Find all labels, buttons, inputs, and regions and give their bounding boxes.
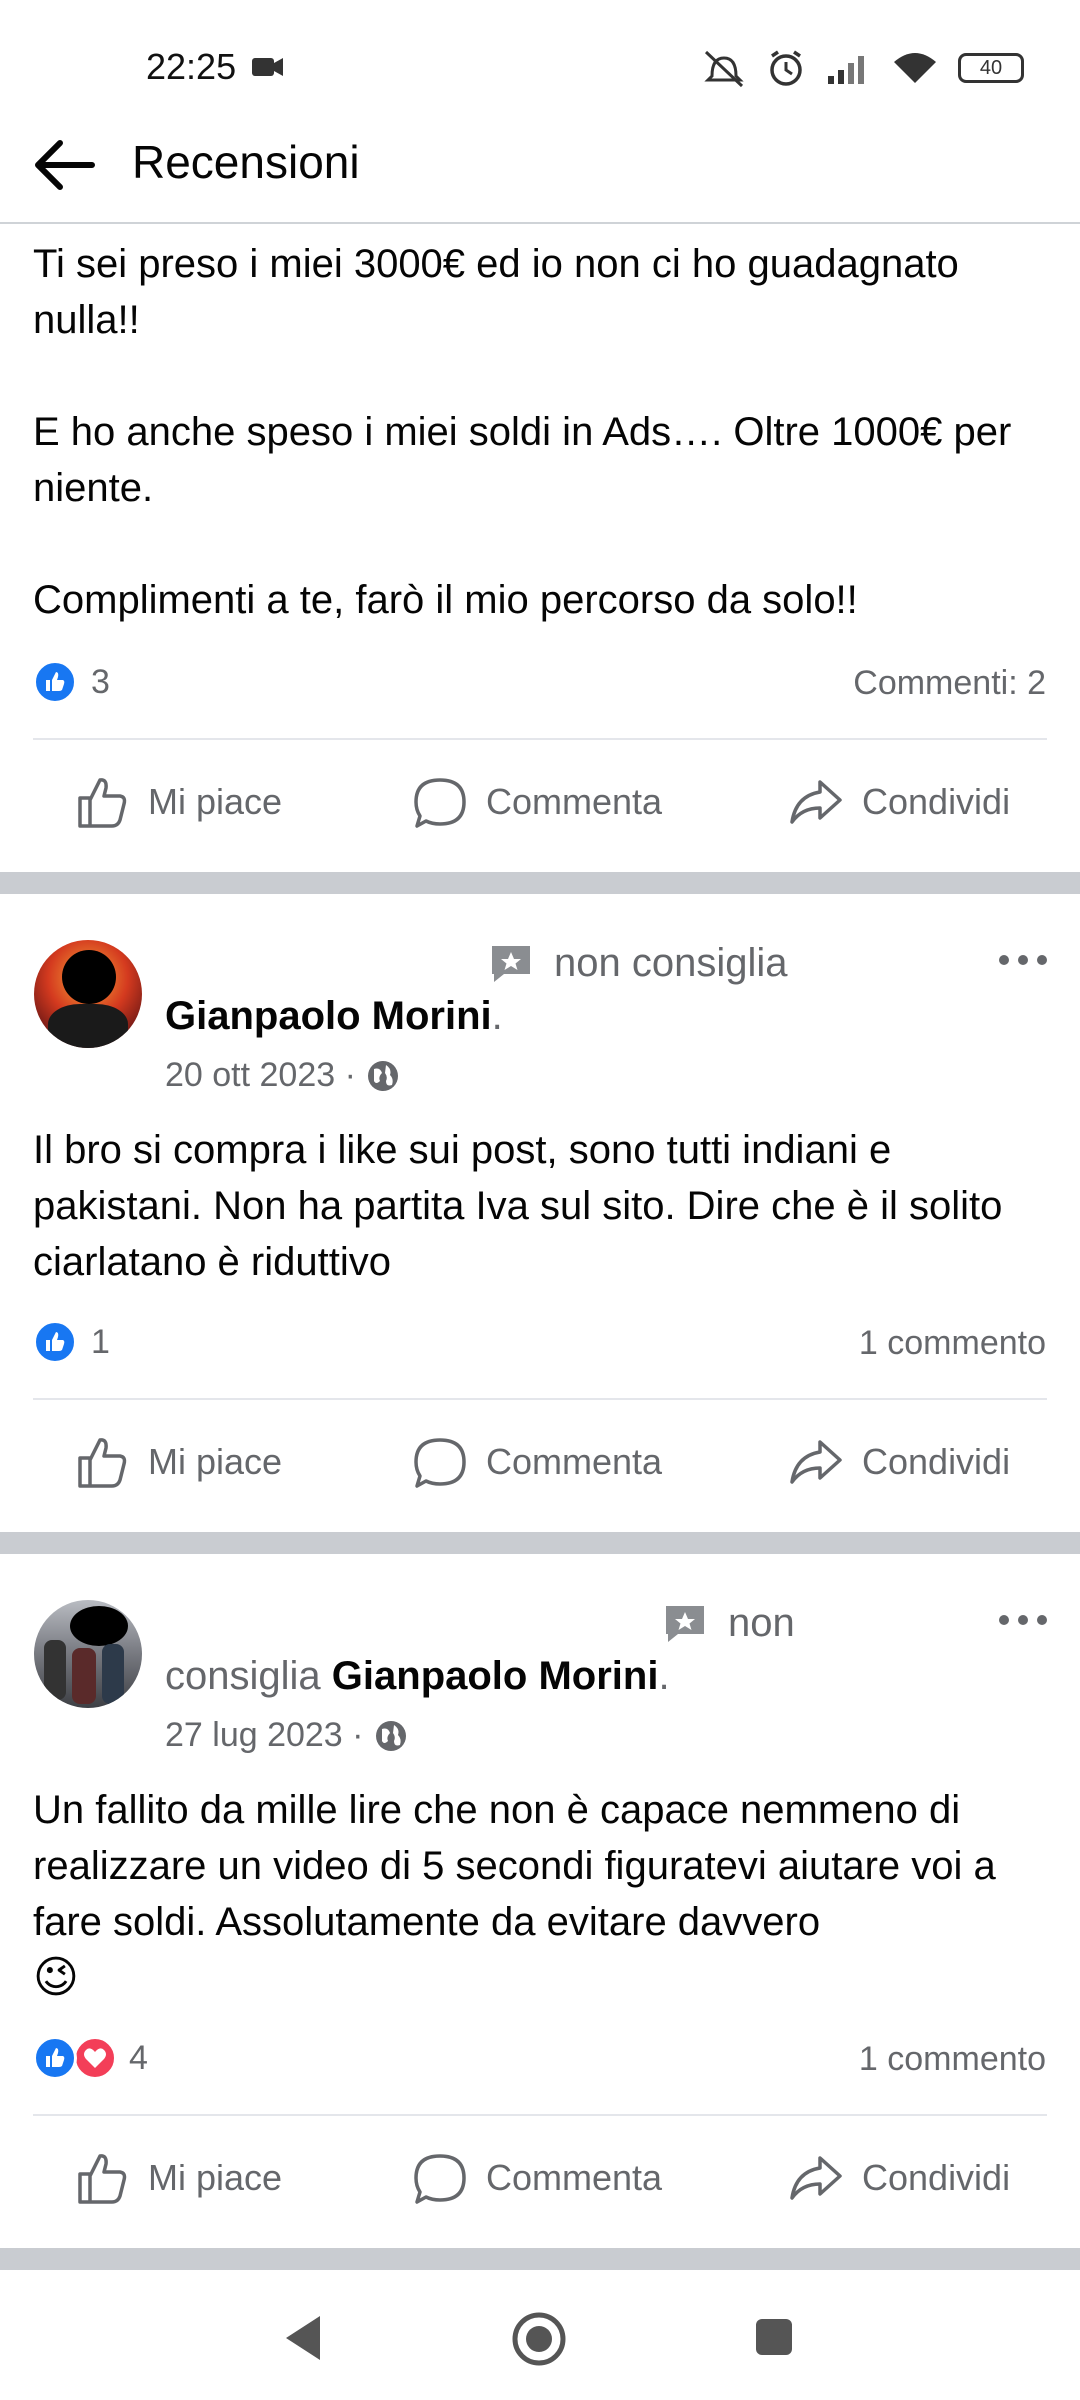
wifi-icon [894, 53, 936, 83]
thumbs-up-icon [78, 778, 127, 828]
reaction-count: 3 [91, 662, 110, 701]
comment-button[interactable]: Commenta [412, 1434, 662, 1490]
review-text: Ti sei preso i miei 3000€ ed io non ci h… [33, 242, 1012, 622]
avatar[interactable] [34, 1600, 142, 1708]
comment-label: Commenta [486, 2157, 663, 2198]
alarm-icon [770, 50, 802, 86]
like-label: Mi piace [148, 1441, 283, 1482]
action-bar: Mi piace Commenta Condividi [0, 2136, 1080, 2216]
review-text: Un fallito da mille lire che non è capac… [33, 1788, 996, 1944]
author-line: Gianpaolo Morini. [165, 994, 503, 1038]
comment-label: Commenta [486, 781, 663, 822]
review-star-icon [666, 1606, 704, 1642]
review-text: Il bro si compra i like sui post, sono t… [33, 1128, 1003, 1284]
share-label: Condividi [862, 1441, 1011, 1482]
like-reaction-icon [33, 660, 77, 704]
author-name[interactable]: Gianpaolo Morini [332, 1654, 659, 1698]
winking-emoji: 😉 [33, 1953, 79, 2002]
like-label: Mi piace [148, 2157, 283, 2198]
battery-icon: 40 [958, 53, 1024, 83]
post-meta: 20 ott 2023 · [165, 1056, 400, 1095]
post-separator [0, 2248, 1080, 2270]
comment-count[interactable]: 1 commento [859, 1324, 1046, 1363]
avatar[interactable] [34, 940, 142, 1048]
recommendation-label-1: non [728, 1601, 795, 1645]
post-meta: 27 lug 2023 · [165, 1716, 408, 1755]
comment-label: Commenta [486, 1441, 663, 1482]
comment-icon [414, 2154, 466, 2204]
action-bar: Mi piace Commenta Condividi [0, 1420, 1080, 1500]
more-icon[interactable] [998, 950, 1048, 970]
status-icons: 40 [702, 48, 1024, 88]
like-button[interactable]: Mi piace [74, 2150, 282, 2206]
reaction-summary[interactable]: 1 [33, 1320, 110, 1364]
mute-icon [704, 50, 744, 88]
divider [33, 738, 1047, 740]
comment-button[interactable]: Commenta [412, 774, 662, 830]
battery-level: 40 [979, 56, 1003, 79]
nav-home-icon[interactable] [510, 2310, 568, 2368]
like-button[interactable]: Mi piace [74, 1434, 282, 1490]
comment-count[interactable]: Commenti: 2 [853, 664, 1046, 703]
share-button[interactable]: Condividi [788, 1434, 1010, 1490]
more-icon[interactable] [998, 1610, 1048, 1630]
nav-recents-icon[interactable] [752, 2315, 796, 2359]
screen-record-icon [252, 58, 283, 76]
status-time: 22:25 [146, 46, 237, 87]
reaction-count: 4 [129, 2038, 148, 2077]
back-arrow-icon[interactable] [30, 135, 100, 195]
post-separator [0, 872, 1080, 894]
recommendation-label: non consiglia [554, 941, 788, 985]
post-separator [0, 1532, 1080, 1554]
comment-count[interactable]: 1 commento [859, 2040, 1046, 2079]
share-icon [790, 780, 842, 824]
author-line: consiglia Gianpaolo Morini. [165, 1654, 670, 1698]
comment-button[interactable]: Commenta [412, 2150, 662, 2206]
like-reaction-icon [33, 2036, 77, 2080]
share-icon [790, 1440, 842, 1484]
nav-back-icon[interactable] [280, 2312, 326, 2364]
divider [33, 1398, 1047, 1400]
like-button[interactable]: Mi piace [74, 774, 282, 830]
thumbs-up-icon [78, 2154, 127, 2204]
reaction-count: 1 [91, 1322, 110, 1361]
share-button[interactable]: Condividi [788, 774, 1010, 830]
reaction-summary[interactable]: 3 [33, 660, 110, 704]
post-date[interactable]: 27 lug 2023 · [165, 1716, 364, 1755]
page-title: Recensioni [132, 136, 360, 188]
action-bar: Mi piace Commenta Condividi [0, 760, 1080, 840]
comment-icon [414, 1438, 466, 1488]
thumbs-up-icon [78, 1438, 127, 1488]
system-nav-bar [0, 2270, 1080, 2400]
signal-icon [828, 56, 864, 84]
author-name[interactable]: Gianpaolo Morini [165, 994, 492, 1038]
post-date[interactable]: 20 ott 2023 · [165, 1056, 356, 1095]
love-reaction-icon [73, 2036, 117, 2080]
like-reaction-icon [33, 1320, 77, 1364]
review-star-icon [492, 946, 530, 982]
divider [33, 2114, 1047, 2116]
like-label: Mi piace [148, 781, 283, 822]
globe-icon [367, 1060, 398, 1091]
share-label: Condividi [862, 2157, 1011, 2198]
globe-icon [375, 1720, 406, 1751]
recommendation-label-2: consiglia [165, 1654, 321, 1698]
share-label: Condividi [862, 781, 1011, 822]
comment-icon [414, 778, 466, 828]
share-button[interactable]: Condividi [788, 2150, 1010, 2206]
reaction-summary[interactable]: 4 [33, 2036, 148, 2080]
share-icon [790, 2156, 842, 2200]
